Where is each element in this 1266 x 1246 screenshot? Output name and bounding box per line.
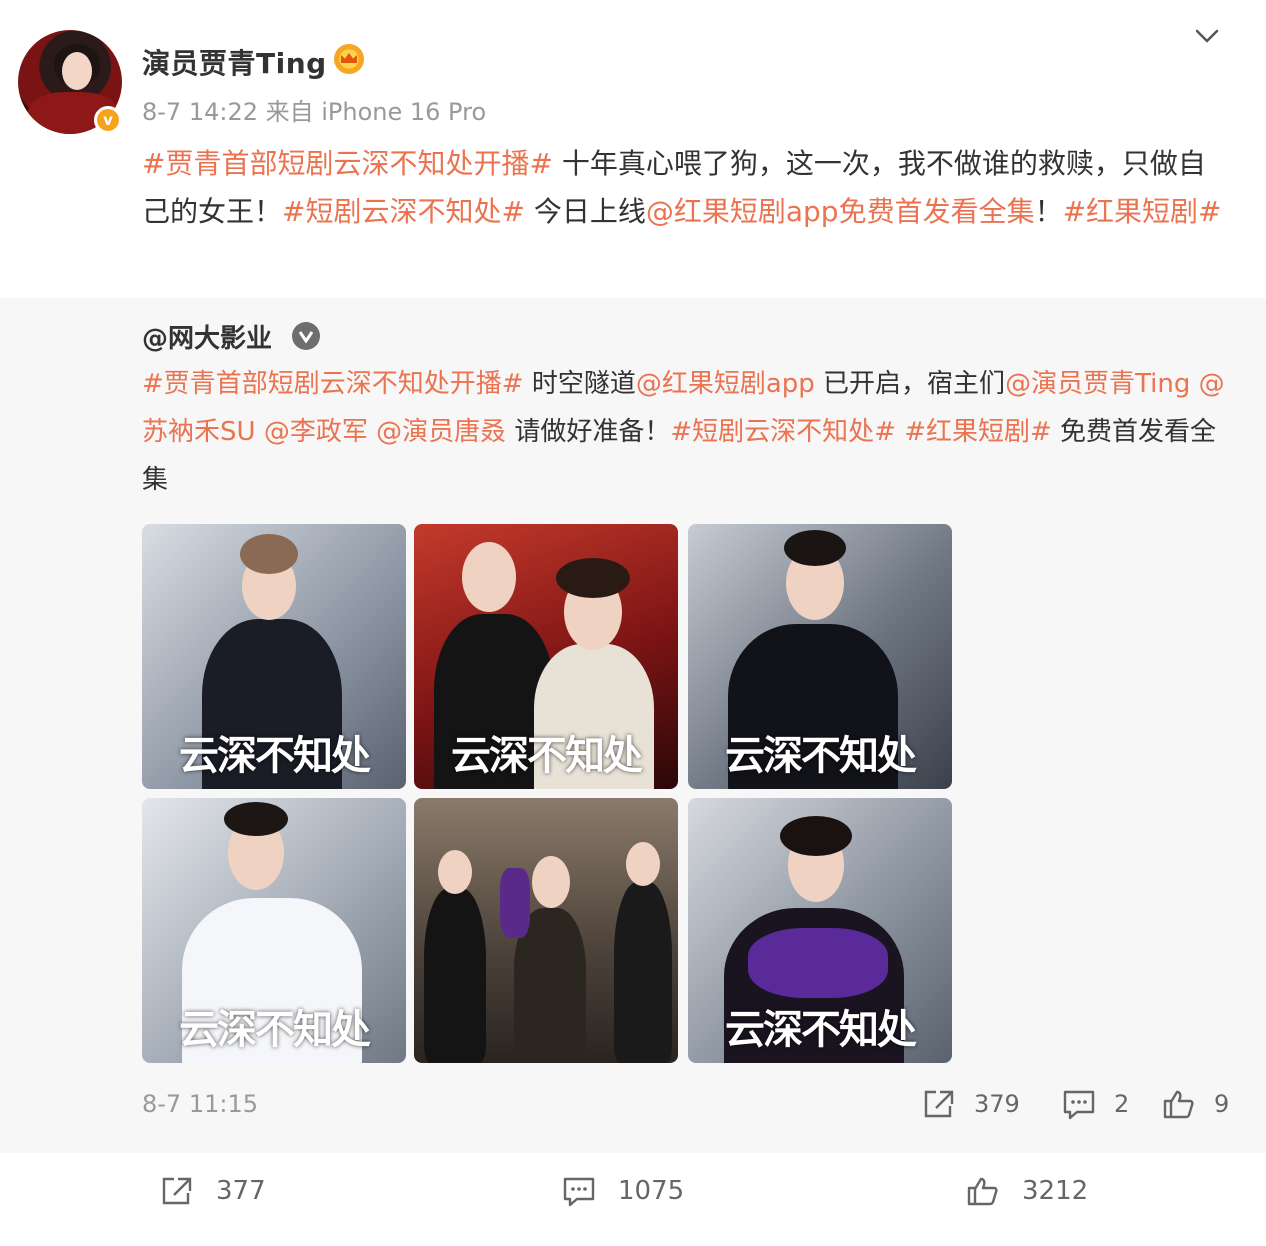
poster-title: 云深不知处 (725, 1006, 917, 1053)
crown-icon (334, 44, 364, 74)
poster-title: 云深不知处 (179, 1006, 371, 1053)
action-bar: 377 1075 3212 (0, 1153, 1266, 1246)
repost-text-segment: 时空隧道 (523, 369, 636, 399)
repost-author[interactable]: @网大影业 (142, 318, 272, 355)
share-count: 377 (216, 1176, 266, 1206)
repost-text-segment: 已开启，宿主们 (814, 369, 1006, 399)
repost-text-segment (1190, 369, 1198, 399)
poster-title: 云深不知处 (725, 732, 917, 779)
post-link[interactable]: #贾青首部短剧云深不知处开播# (142, 147, 553, 180)
post-link[interactable]: #红果短剧# (1063, 195, 1222, 228)
poster-image[interactable] (414, 798, 678, 1063)
like-icon (1163, 1090, 1194, 1119)
comment-count: 1075 (618, 1176, 685, 1206)
post-text-segment: ！ (1034, 195, 1063, 228)
repost-link[interactable]: @演员贾青Ting (1005, 369, 1190, 399)
repost-text-segment (896, 417, 904, 447)
repost-share-button[interactable]: 379 (922, 1088, 1020, 1120)
repost-text-segment (368, 417, 376, 447)
poster-image[interactable]: 云深不知处 (142, 524, 406, 789)
weibo-post: v 演员贾青Ting 8-7 14:22 来自 iPhone 16 Pro #贾… (0, 0, 1266, 1246)
repost-link[interactable]: #短剧云深不知处# (670, 417, 896, 447)
repost-text-segment: 请做好准备！ (506, 417, 671, 447)
repost-link[interactable]: @红果短剧app (636, 369, 815, 399)
repost-card[interactable]: @网大影业 #贾青首部短剧云深不知处开播# 时空隧道@红果短剧app 已开启，宿… (0, 298, 1266, 1153)
post-link[interactable]: @红果短剧app免费首发看全集 (646, 195, 1035, 228)
image-grid: 云深不知处 云深不知处 云深不知处 云深不知处 云深不知处 (142, 524, 954, 1064)
repost-text-segment (256, 417, 264, 447)
poster-title: 云深不知处 (451, 732, 643, 779)
comment-icon (1063, 1090, 1095, 1120)
repost-text: #贾青首部短剧云深不知处开播# 时空隧道@红果短剧app 已开启，宿主们@演员贾… (142, 360, 1232, 504)
poster-image[interactable]: 云深不知处 (688, 524, 952, 789)
verified-icon (292, 322, 320, 350)
like-count: 3212 (1022, 1176, 1089, 1206)
poster-image[interactable]: 云深不知处 (142, 798, 406, 1063)
post-meta: 8-7 14:22 来自 iPhone 16 Pro (142, 98, 487, 126)
repost-time: 8-7 11:15 (142, 1090, 258, 1118)
author-name[interactable]: 演员贾青Ting (142, 42, 327, 82)
repost-footer: 8-7 11:15 379 2 9 (0, 1086, 1266, 1126)
like-button[interactable]: 3212 (966, 1175, 1088, 1207)
post-link[interactable]: #短剧云深不知处# (282, 195, 525, 228)
repost-comment-count: 2 (1114, 1090, 1130, 1118)
comment-button[interactable]: 1075 (562, 1175, 684, 1207)
repost-like-button[interactable]: 9 (1162, 1088, 1229, 1120)
poster-title: 云深不知处 (179, 732, 371, 779)
poster-image[interactable]: 云深不知处 (688, 798, 952, 1063)
repost-link[interactable]: #红果短剧# (904, 417, 1052, 447)
repost-link[interactable]: #贾青首部短剧云深不知处开播# (142, 369, 524, 399)
share-icon (162, 1177, 192, 1205)
post-text: #贾青首部短剧云深不知处开播# 十年真心喂了狗，这一次，我不做谁的救赎，只做自己… (142, 140, 1232, 236)
repost-link[interactable]: @李政军 (264, 417, 368, 447)
verified-icon: v (94, 106, 122, 134)
share-button[interactable]: 377 (160, 1175, 266, 1207)
repost-like-count: 9 (1214, 1090, 1230, 1118)
share-icon (924, 1090, 954, 1118)
chevron-down-icon[interactable] (1194, 26, 1220, 46)
repost-share-count: 379 (974, 1090, 1020, 1118)
comment-icon (563, 1177, 595, 1207)
repost-link[interactable]: @演员唐叒 (376, 417, 506, 447)
repost-comment-button[interactable]: 2 (1062, 1088, 1129, 1120)
poster-image[interactable]: 云深不知处 (414, 524, 678, 789)
post-text-segment: 今日上线 (524, 195, 646, 228)
like-icon (967, 1177, 998, 1206)
